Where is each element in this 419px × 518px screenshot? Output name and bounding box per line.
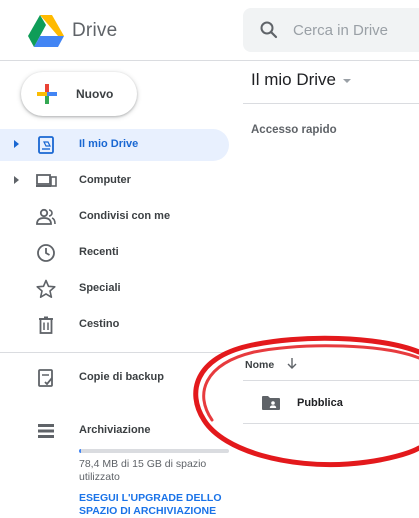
sidebar-item-label: Il mio Drive	[79, 138, 139, 150]
sidebar-item-trash[interactable]: Cestino	[0, 309, 229, 341]
backup-icon	[38, 369, 53, 387]
list-divider	[243, 423, 419, 424]
upgrade-storage-link[interactable]: ESEGUI L'UPGRADE DELLO SPAZIO DI ARCHIVI…	[79, 492, 239, 518]
file-name: Pubblica	[297, 397, 343, 409]
sidebar-item-my-drive[interactable]: Il mio Drive	[0, 129, 229, 161]
sidebar-item-label: Copie di backup	[79, 371, 164, 383]
trash-icon	[39, 316, 53, 334]
computer-icon	[36, 174, 57, 187]
storage-progress-fill	[79, 449, 82, 453]
name-column-header[interactable]: Nome	[245, 359, 274, 371]
file-row[interactable]: Pubblica	[243, 381, 419, 423]
sidebar-item-label: Speciali	[79, 282, 121, 294]
search-bar[interactable]	[243, 8, 419, 52]
sidebar-item-label: Recenti	[79, 246, 119, 258]
search-icon[interactable]	[259, 20, 279, 40]
sidebar-item-label: Computer	[79, 174, 131, 186]
sidebar-item-recent[interactable]: Recenti	[0, 237, 229, 269]
new-button-label: Nuovo	[76, 87, 114, 101]
sidebar-item-computer[interactable]: Computer	[0, 165, 229, 197]
plus-icon	[37, 84, 57, 104]
storage-usage-text: 78,4 MB di 15 GB di spazio utilizzato	[79, 458, 207, 483]
chevron-down-icon[interactable]	[343, 79, 351, 83]
search-input[interactable]	[293, 8, 419, 52]
sort-arrow-down-icon[interactable]	[285, 356, 299, 370]
sidebar-item-label: Cestino	[79, 318, 120, 330]
sidebar-item-label: Condivisi con me	[79, 210, 171, 222]
clock-icon	[37, 244, 55, 262]
new-button[interactable]: Nuovo	[21, 72, 137, 116]
quick-access-heading: Accesso rapido	[251, 124, 337, 136]
page-title[interactable]: Il mio Drive	[251, 70, 336, 90]
sidebar-item-backups[interactable]: Copie di backup	[0, 362, 229, 394]
main-divider	[243, 103, 419, 104]
sidebar-divider	[0, 352, 229, 353]
star-icon	[36, 279, 56, 299]
shared-folder-icon	[262, 396, 280, 410]
drive-logo-icon[interactable]	[27, 14, 65, 48]
sidebar-item-label: Archiviazione	[79, 424, 151, 436]
shared-with-me-icon	[36, 208, 56, 225]
expand-caret-icon[interactable]	[14, 176, 19, 184]
storage-progress-bar	[79, 449, 229, 453]
sidebar-item-storage[interactable]: Archiviazione	[0, 415, 229, 447]
expand-caret-icon[interactable]	[14, 140, 19, 148]
sidebar-item-starred[interactable]: Speciali	[0, 273, 229, 305]
app-title: Drive	[72, 20, 118, 41]
sidebar-item-shared-with-me[interactable]: Condivisi con me	[0, 201, 229, 233]
storage-icon	[38, 424, 54, 438]
my-drive-icon	[38, 136, 54, 154]
header-divider	[0, 60, 419, 61]
